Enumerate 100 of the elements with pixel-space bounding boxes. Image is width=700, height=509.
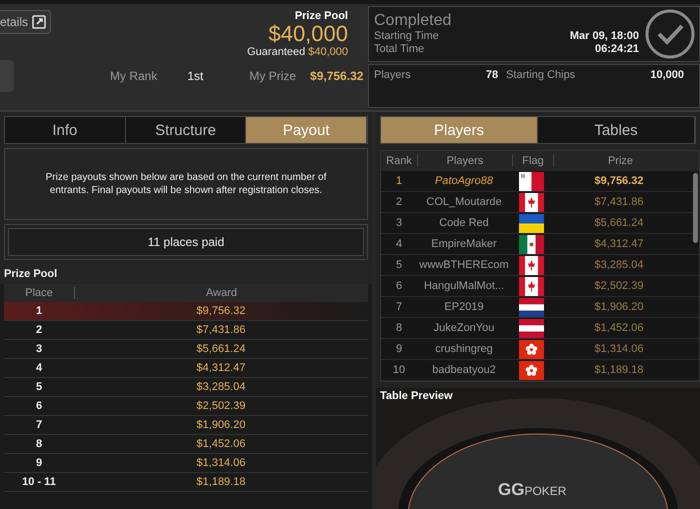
player-row[interactable]: 8 JukeZonYou $1,452.06 (381, 318, 699, 339)
rank-cell-text: 1 (394, 175, 404, 187)
place-cell-text: 9 (34, 457, 44, 469)
place-cell-text: 2 (34, 324, 44, 336)
column-header: Place (4, 287, 75, 299)
prize-pool-amount: $40,000 (268, 22, 348, 46)
column-header: Rank (381, 155, 418, 167)
award-cell-text: $2,502.39 (196, 400, 246, 412)
player-row[interactable]: 7 EP2019 $1,906.20 (381, 297, 699, 318)
rank-cell-text: 7 (394, 301, 404, 313)
column-header: Award (205, 287, 238, 299)
player-name: wwwBTHEREcom (418, 259, 510, 271)
flag-icon (518, 340, 544, 358)
player-name: EmpireMaker (430, 238, 498, 250)
place-cell-text: 8 (34, 438, 44, 450)
player-row[interactable]: 5 wwwBTHEREcom $3,285.04 (381, 255, 699, 276)
award-cell-text: $9,756.32 (196, 305, 246, 317)
award-cell-text: $3,285.04 (196, 381, 246, 393)
rank-cell-text: 3 (394, 217, 404, 229)
column-header: Prize (606, 155, 634, 167)
prize-cell-text: $4,312.47 (594, 238, 644, 250)
place-cell-text: 7 (34, 419, 44, 431)
prize-cell-text: $2,502.39 (594, 280, 644, 292)
award-cell-text: $1,906.20 (196, 419, 246, 431)
player-name: Code Red (438, 217, 490, 229)
player-name: badbeatyou2 (431, 364, 497, 376)
starting-time-label: Starting Time (374, 30, 439, 43)
rank-cell-text: 2 (394, 196, 404, 208)
places-paid-banner: 11 places paid (8, 228, 364, 256)
section-title: Prize Pool (0, 264, 372, 284)
details-button[interactable]: etails (0, 10, 52, 34)
prize-cell-text: $1,314.06 (594, 343, 644, 355)
my-rank-label: My Rank (110, 69, 158, 83)
status-title: Completed (374, 12, 452, 30)
place-cell-text: 5 (34, 381, 44, 393)
flag-icon (518, 234, 544, 254)
starting-time-value: Mar 09, 18:00 (570, 30, 639, 43)
place-cell-text: 3 (34, 343, 44, 355)
flag-icon (518, 276, 544, 296)
payout-notice: Prize payouts shown below are based on the current number of entrants. Final payouts will be shown after registration closes. (44, 171, 328, 197)
flag-icon (518, 192, 544, 212)
prize-cell-text: $1,452.06 (594, 322, 644, 334)
guaranteed-label: Guaranteed (247, 46, 306, 58)
starting-chips-label: Starting Chips (506, 69, 576, 81)
player-row[interactable]: 6 HangulMalMot... $2,502.39 (381, 276, 699, 297)
flag-icon (518, 256, 544, 274)
player-name: crushingreg (434, 343, 494, 355)
player-name: JukeZonYou (432, 322, 496, 334)
player-name: PatoAgro88 (434, 175, 494, 187)
tab[interactable]: Payout (246, 117, 368, 143)
rank-cell-text: 4 (394, 238, 404, 250)
flag-icon (518, 318, 544, 338)
award-cell-text: $5,661.24 (196, 343, 246, 355)
column-header: Flag (513, 155, 554, 167)
player-name: COL_Moutarde (425, 196, 503, 208)
flag-icon (518, 172, 544, 190)
award-cell-text: $1,189.18 (196, 476, 246, 488)
logo: GGPOKER (498, 480, 566, 500)
player-name: HangulMalMot... (422, 280, 506, 292)
prize-cell-text: $3,285.04 (594, 259, 644, 271)
flag-icon (518, 360, 544, 380)
guaranteed-amount: $40,000 (308, 46, 348, 58)
player-row[interactable]: 4 EmpireMaker $4,312.47 (381, 234, 699, 255)
total-time-label: Total Time (374, 43, 424, 56)
flag-icon (518, 298, 544, 316)
prize-cell-text: $7,431.86 (594, 196, 644, 208)
player-row[interactable]: 10 badbeatyou2 $1,189.18 (381, 360, 699, 381)
my-prize-value: $9,756.32 (310, 69, 364, 83)
my-rank-value: 1st (187, 69, 204, 83)
place-cell-text: 4 (34, 362, 44, 374)
external-link-icon (32, 15, 46, 29)
place-cell-text: 10 - 11 (21, 476, 57, 488)
scrollbar[interactable] (693, 173, 698, 243)
column-header: Players (418, 155, 513, 167)
checkmark-circle-icon (645, 9, 695, 59)
rank-cell-text: 5 (394, 259, 404, 271)
preview-title: Table Preview (380, 390, 453, 402)
place-cell-text: 6 (34, 400, 44, 412)
award-cell-text: $1,314.06 (196, 457, 246, 469)
rank-cell-text: 6 (394, 280, 404, 292)
total-time-value: 06:24:21 (594, 43, 639, 56)
players-count: 78 (486, 69, 498, 81)
players-label: Players (374, 69, 411, 81)
award-cell-text: $4,312.47 (196, 362, 246, 374)
flag-icon (518, 214, 544, 232)
rank-cell-text: 8 (394, 322, 404, 334)
player-name: EP2019 (443, 301, 485, 313)
award-cell-text: $7,431.86 (196, 324, 246, 336)
prize-cell-text: $1,906.20 (594, 301, 644, 313)
place-cell-text: 1 (34, 305, 44, 317)
tab[interactable]: Players (381, 117, 538, 143)
prize-pool-label: Prize Pool (294, 10, 348, 22)
rank-cell-text: 10 (392, 364, 406, 376)
prize-cell-text: $1,189.18 (594, 364, 644, 376)
player-row[interactable]: 9 crushingreg $1,314.06 (381, 339, 699, 360)
starting-chips-value: 10,000 (650, 69, 684, 81)
award-cell-text: $1,452.06 (196, 438, 246, 450)
prize-cell-text: $9,756.32 (594, 175, 644, 187)
my-prize-label: My Prize (249, 69, 296, 83)
prize-cell-text: $5,661.24 (594, 217, 644, 229)
